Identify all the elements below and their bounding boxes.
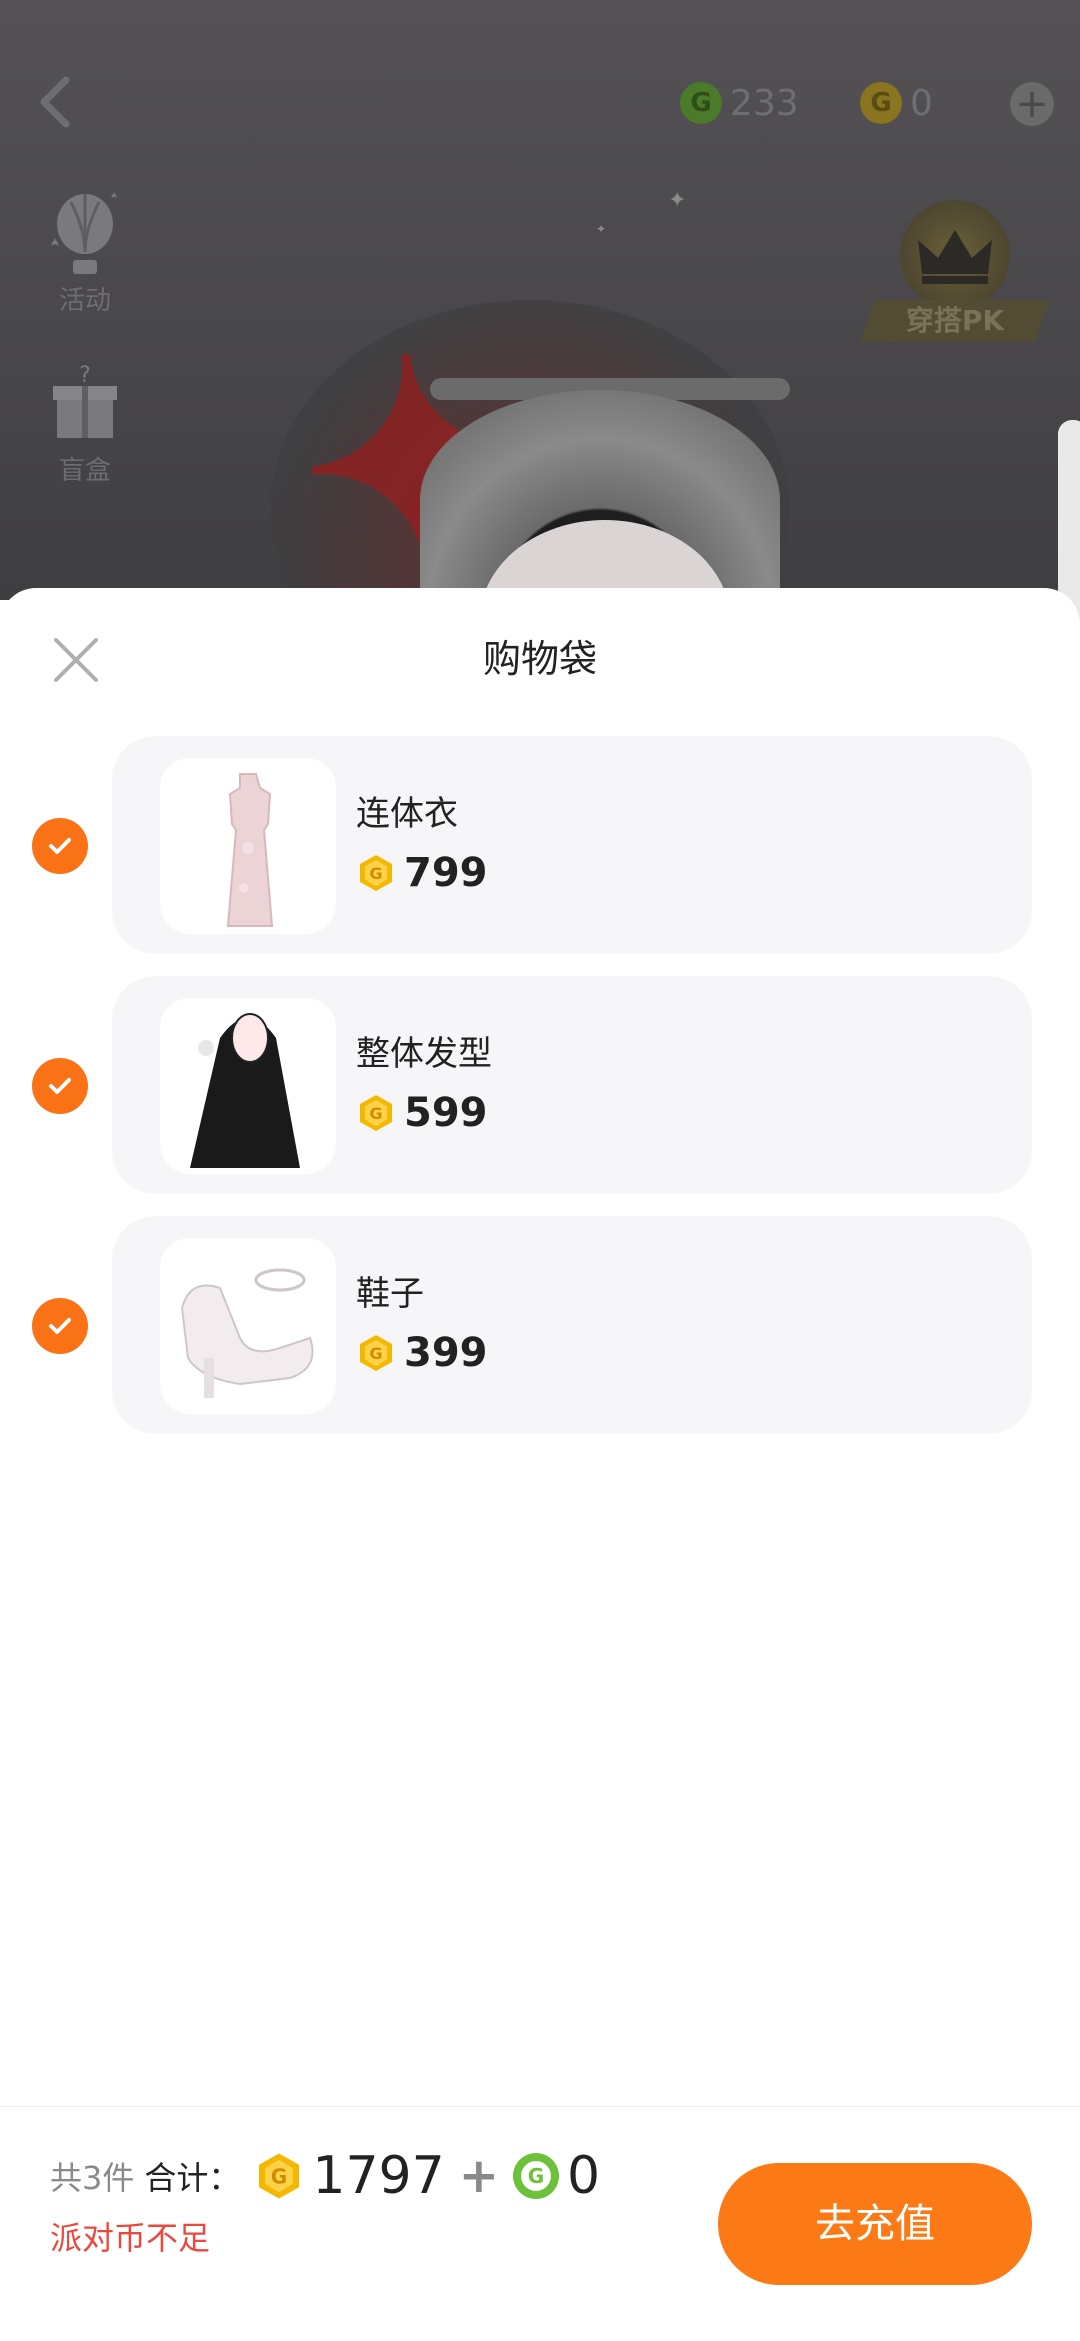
gold-coin-icon: G bbox=[860, 82, 902, 124]
item-price: G 799 bbox=[356, 850, 488, 896]
sparkle-icon: ✦ bbox=[668, 188, 687, 213]
item-name: 整体发型 bbox=[356, 1034, 492, 1074]
item-checkbox[interactable] bbox=[32, 818, 88, 874]
svg-text:G: G bbox=[369, 1104, 382, 1123]
side-menu-blind-box[interactable]: ? 盲盒 bbox=[30, 360, 140, 487]
green-total: 0 bbox=[566, 2146, 601, 2206]
svg-text:G: G bbox=[369, 1344, 382, 1363]
cart-item: 整体发型 G 599 bbox=[0, 976, 1080, 1196]
side-menu-blind-box-label: 盲盒 bbox=[58, 456, 111, 486]
item-name: 鞋子 bbox=[356, 1274, 424, 1314]
item-name: 连体衣 bbox=[356, 794, 458, 834]
qipao-dress-image bbox=[160, 758, 336, 934]
item-count: 共3件 bbox=[50, 2159, 135, 2197]
item-checkbox[interactable] bbox=[32, 1298, 88, 1354]
gold-total: 1797 bbox=[312, 2146, 445, 2206]
svg-text:G: G bbox=[271, 2165, 287, 2189]
item-price-value: 399 bbox=[404, 1330, 488, 1376]
total-label: 合计： bbox=[144, 2159, 241, 2197]
plus-sign: + bbox=[458, 2148, 499, 2204]
checkmark-icon bbox=[49, 1318, 71, 1334]
white-heels-image bbox=[160, 1238, 336, 1414]
chevron-left-icon bbox=[40, 76, 70, 128]
side-menu-activity[interactable]: 活动 bbox=[30, 190, 140, 317]
checkmark-icon bbox=[49, 838, 71, 854]
gold-coin-icon: G bbox=[254, 2151, 304, 2201]
gold-coin-icon: G bbox=[356, 1093, 396, 1133]
gold-currency-display: G 0 bbox=[860, 78, 933, 128]
recharge-button[interactable]: 去充值 bbox=[718, 2163, 1032, 2285]
sparkle-icon: ✦ bbox=[596, 222, 607, 236]
checkmark-icon bbox=[49, 1078, 71, 1094]
cart-item: 鞋子 G 399 bbox=[0, 1216, 1080, 1436]
item-card[interactable]: 连体衣 G 799 bbox=[112, 736, 1032, 954]
add-currency-button[interactable]: + bbox=[1010, 82, 1054, 126]
sheet-title: 购物袋 bbox=[482, 637, 597, 681]
plus-icon: + bbox=[1015, 81, 1049, 127]
hot-air-balloon-icon bbox=[45, 190, 125, 280]
checkout-footer: 共3件 合计： G 1797 + G 0 派对币不足 去充值 bbox=[0, 2106, 1080, 2341]
gold-coin-icon: G bbox=[356, 1333, 396, 1373]
outfit-pk-button[interactable]: 穿搭PK bbox=[860, 200, 1060, 350]
item-price-value: 599 bbox=[404, 1090, 488, 1136]
green-coin-icon: G bbox=[680, 82, 722, 124]
gold-coin-icon: G bbox=[356, 853, 396, 893]
green-currency-value: 233 bbox=[730, 82, 799, 124]
shopping-bag-sheet: 购物袋 连体衣 G 799 整体发型 G 599 鞋子 G 399 bbox=[0, 588, 1080, 2340]
green-coin-icon: G bbox=[512, 2153, 559, 2199]
crown-icon bbox=[900, 200, 1010, 310]
total-summary: 共3件 合计： G 1797 + G 0 bbox=[50, 2141, 600, 2211]
svg-text:G: G bbox=[369, 864, 382, 883]
item-price-value: 799 bbox=[404, 850, 488, 896]
svg-text:?: ? bbox=[79, 363, 91, 388]
side-menu-activity-label: 活动 bbox=[58, 286, 111, 316]
item-checkbox[interactable] bbox=[32, 1058, 88, 1114]
item-card[interactable]: 鞋子 G 399 bbox=[112, 1216, 1032, 1434]
gift-box-icon: ? bbox=[45, 360, 125, 450]
green-currency-display: G 233 bbox=[680, 78, 799, 128]
gold-currency-value: 0 bbox=[910, 82, 933, 124]
item-price: G 399 bbox=[356, 1330, 488, 1376]
item-card[interactable]: 整体发型 G 599 bbox=[112, 976, 1032, 1194]
back-button[interactable] bbox=[32, 72, 82, 132]
cart-item: 连体衣 G 799 bbox=[0, 736, 1080, 956]
insufficient-funds-warning: 派对币不足 bbox=[50, 2219, 211, 2257]
svg-text:G: G bbox=[528, 2164, 544, 2188]
outfit-pk-label: 穿搭PK bbox=[860, 300, 1050, 342]
long-black-hair-image bbox=[160, 998, 336, 1174]
item-price: G 599 bbox=[356, 1090, 488, 1136]
